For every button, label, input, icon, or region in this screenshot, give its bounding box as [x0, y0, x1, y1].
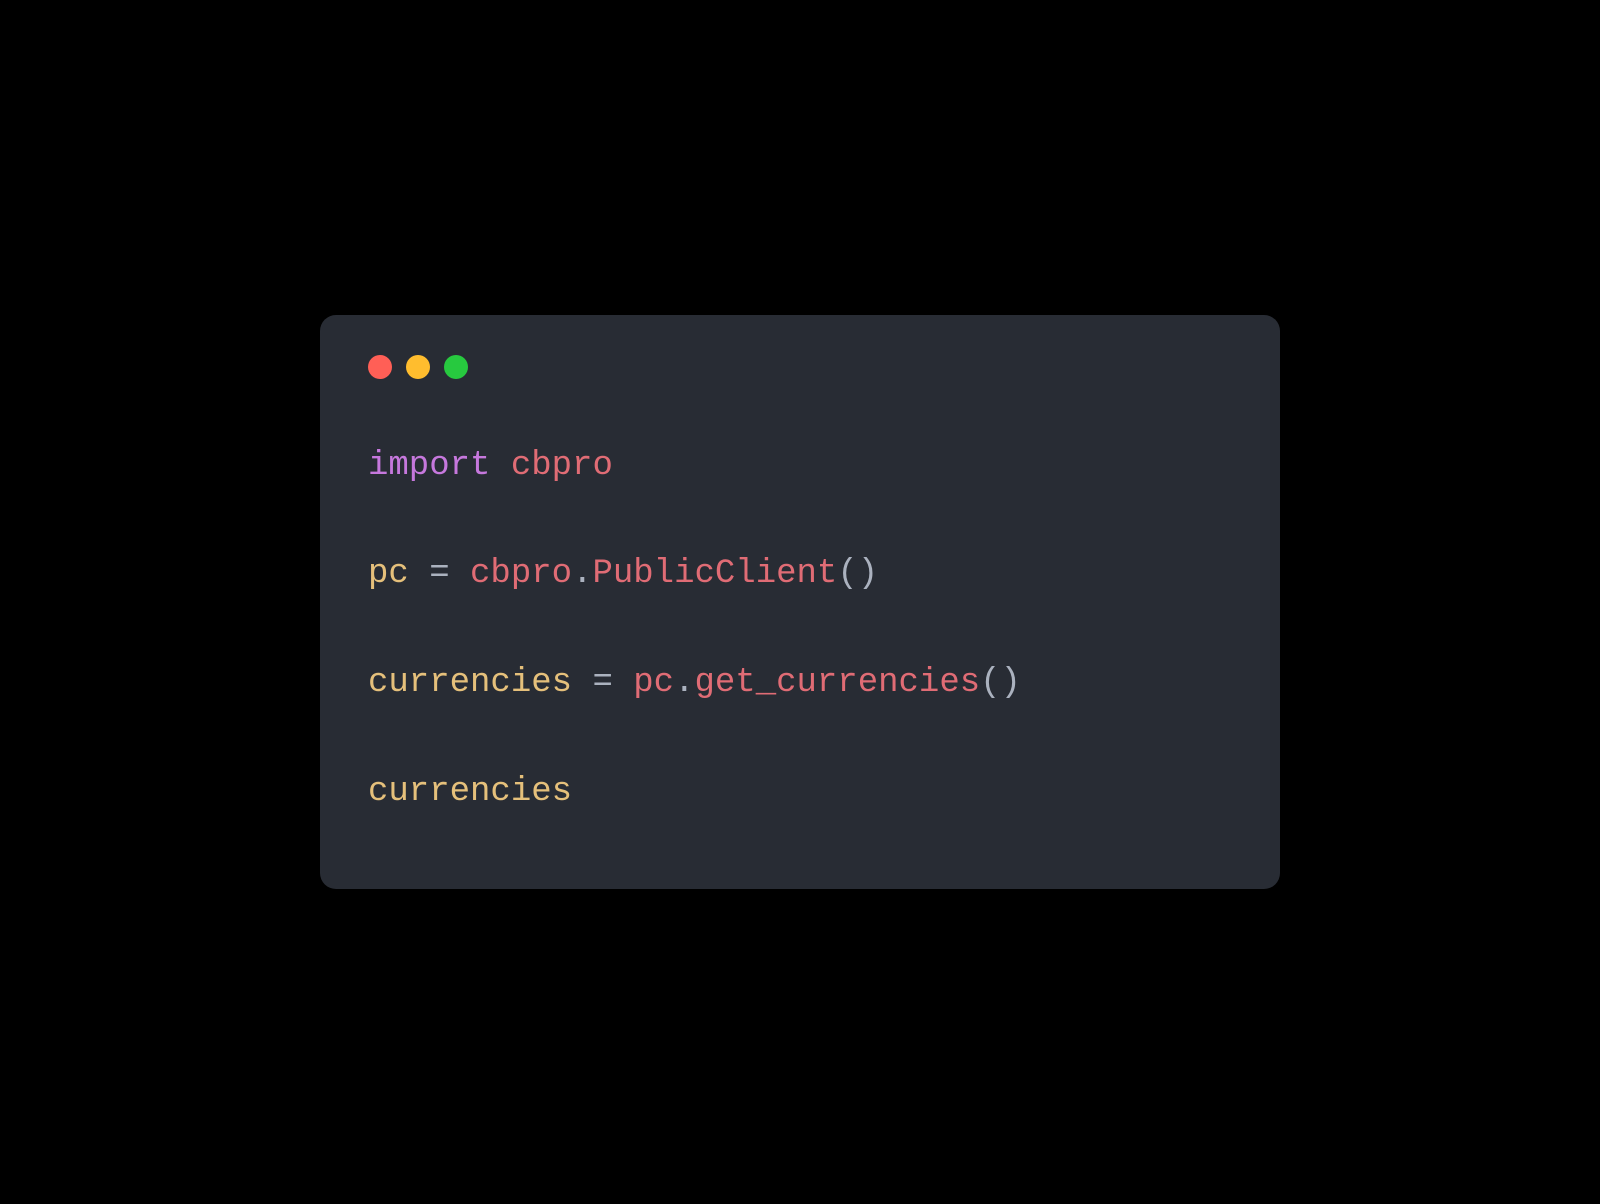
code-object: cbpro: [470, 555, 572, 593]
maximize-icon[interactable]: [444, 355, 468, 379]
code-variable: currencies: [368, 664, 572, 702]
code-space: [409, 555, 429, 593]
code-operator: =: [592, 664, 612, 702]
code-object: pc: [633, 664, 674, 702]
code-module: cbpro: [511, 447, 613, 485]
code-dot: .: [674, 664, 694, 702]
code-call: get_currencies: [694, 664, 980, 702]
code-space: [572, 664, 592, 702]
code-operator: =: [429, 555, 449, 593]
code-block: import cbpro pc = cbpro.PublicClient() c…: [368, 439, 1232, 820]
code-dot: .: [572, 555, 592, 593]
code-paren: (): [980, 664, 1021, 702]
code-variable: pc: [368, 555, 409, 593]
code-space: [613, 664, 633, 702]
code-space: [450, 555, 470, 593]
code-variable: currencies: [368, 773, 572, 811]
code-keyword: import: [368, 447, 490, 485]
code-space: [490, 447, 510, 485]
close-icon[interactable]: [368, 355, 392, 379]
code-window: import cbpro pc = cbpro.PublicClient() c…: [320, 315, 1280, 890]
minimize-icon[interactable]: [406, 355, 430, 379]
code-paren: (): [837, 555, 878, 593]
code-call: PublicClient: [592, 555, 837, 593]
traffic-lights: [368, 355, 1232, 379]
